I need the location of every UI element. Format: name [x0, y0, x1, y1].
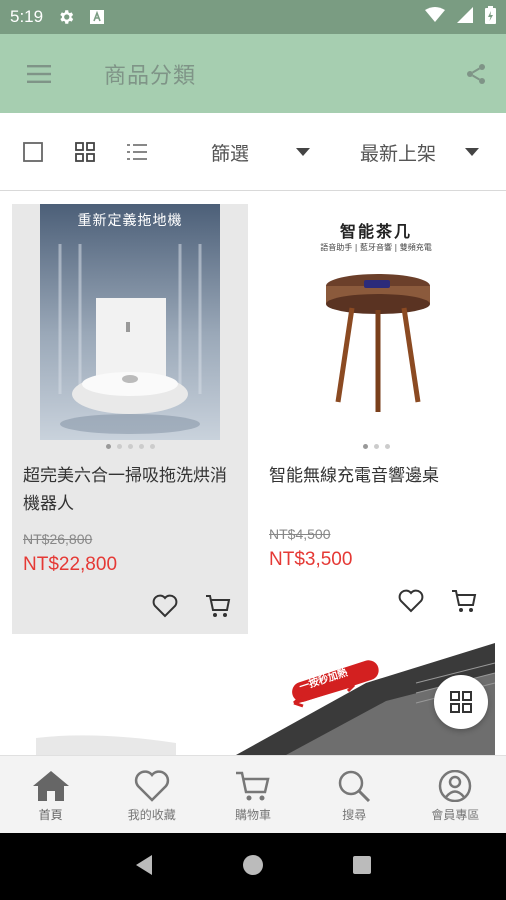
nav-search[interactable]: 搜尋 — [304, 756, 405, 833]
cart-icon — [452, 590, 477, 612]
recents-square-icon — [353, 855, 371, 874]
product-name[interactable]: 智能無線充電音響邊桌 — [269, 462, 489, 490]
nav-home[interactable]: 首頁 — [0, 756, 101, 833]
user-icon — [439, 770, 472, 802]
nav-favorites[interactable]: 我的收藏 — [101, 756, 202, 833]
battery-icon — [485, 5, 496, 29]
signal-icon — [457, 6, 473, 28]
filter-label: 篩選 — [211, 143, 250, 165]
product-card[interactable]: 重新定義拖地機 超完美六合一掃吸拖洗烘消機器人 NT$26,800 NT$22,… — [12, 204, 248, 634]
chevron-down-icon — [465, 148, 479, 156]
product-image-caption: 智能茶几 — [339, 222, 412, 241]
product-image-subcaption: 語音助手 | 藍牙音響 | 雙頻充電 — [320, 243, 432, 252]
nav-label: 會員專區 — [431, 808, 480, 822]
product-banner-image[interactable]: 一按秒加熱 — [36, 643, 495, 755]
menu-button[interactable] — [0, 34, 78, 113]
grid-view-icon — [75, 142, 95, 162]
product-old-price: NT$4,500 — [269, 526, 331, 542]
pager-dot — [116, 444, 122, 449]
product-image[interactable] — [40, 204, 220, 440]
grid-icon — [450, 691, 472, 713]
product-image-caption: 重新定義拖地機 — [77, 213, 183, 229]
checkbox-icon — [23, 142, 43, 162]
system-navigation-bar — [0, 833, 506, 900]
nav-label: 我的收藏 — [127, 808, 176, 822]
nav-member[interactable]: 會員專區 — [405, 756, 506, 833]
heart-icon — [134, 770, 169, 802]
list-view-icon — [127, 144, 147, 160]
app-bar: 商品分類 — [0, 34, 506, 113]
filter-caret-button[interactable] — [296, 148, 310, 156]
bottom-navigation: 首頁 我的收藏 購物車 搜尋 會員專區 — [0, 755, 506, 833]
pager-dot — [384, 444, 390, 449]
share-icon — [467, 63, 485, 84]
heart-icon — [152, 594, 178, 618]
image-pager-dots — [12, 444, 248, 449]
share-button[interactable] — [446, 34, 506, 113]
sort-caret-button[interactable] — [465, 148, 479, 156]
back-triangle-icon — [136, 854, 152, 875]
grid-view-button[interactable] — [75, 142, 95, 162]
status-time: 5:19 — [10, 7, 44, 26]
app-notification-icon — [89, 9, 105, 25]
search-icon — [338, 770, 371, 802]
pager-dot — [373, 444, 379, 449]
add-to-cart-button[interactable] — [448, 585, 480, 617]
pager-dot — [362, 444, 368, 449]
product-old-price: NT$26,800 — [23, 531, 93, 547]
status-bar: 5:19 — [0, 0, 506, 34]
wifi-icon — [425, 6, 445, 28]
nav-label: 首頁 — [38, 808, 63, 822]
filter-dropdown[interactable]: 篩選 — [211, 139, 249, 166]
add-to-cart-button[interactable] — [202, 590, 234, 622]
heart-icon — [398, 589, 424, 613]
pager-dot — [105, 444, 111, 449]
settings-status-icon — [57, 8, 75, 26]
nav-label: 搜尋 — [342, 808, 367, 822]
recents-button[interactable] — [352, 855, 372, 879]
favorite-button[interactable] — [149, 590, 181, 622]
product-price: NT$3,500 — [269, 549, 353, 570]
list-view-button[interactable] — [127, 143, 147, 161]
home-icon — [32, 771, 69, 801]
page-title: 商品分類 — [104, 63, 197, 89]
favorite-button[interactable] — [395, 585, 427, 617]
sort-label: 最新上架 — [360, 143, 437, 165]
product-price: NT$22,800 — [23, 554, 118, 575]
hamburger-icon — [27, 64, 51, 83]
cart-icon — [206, 595, 231, 617]
pager-dot — [127, 444, 133, 449]
product-name[interactable]: 超完美六合一掃吸拖洗烘消機器人 — [23, 462, 243, 518]
sort-dropdown[interactable]: 最新上架 — [360, 139, 436, 166]
category-fab-button[interactable] — [434, 675, 488, 729]
home-circle-icon — [243, 854, 263, 875]
list-toolbar: 篩選 最新上架 — [0, 113, 506, 191]
chevron-down-icon — [296, 148, 310, 156]
nav-cart[interactable]: 購物車 — [202, 756, 303, 833]
select-all-checkbox[interactable] — [23, 142, 43, 162]
cart-icon — [236, 771, 270, 801]
product-card[interactable]: 智能茶几 語音助手 | 藍牙音響 | 雙頻充電 智能無線充電音響邊桌 NT$4,… — [258, 204, 494, 634]
pager-dot — [149, 444, 155, 449]
image-pager-dots — [258, 444, 494, 449]
nav-label: 購物車 — [235, 808, 272, 822]
back-button[interactable] — [134, 854, 154, 880]
home-button[interactable] — [242, 854, 264, 880]
pager-dot — [138, 444, 144, 449]
